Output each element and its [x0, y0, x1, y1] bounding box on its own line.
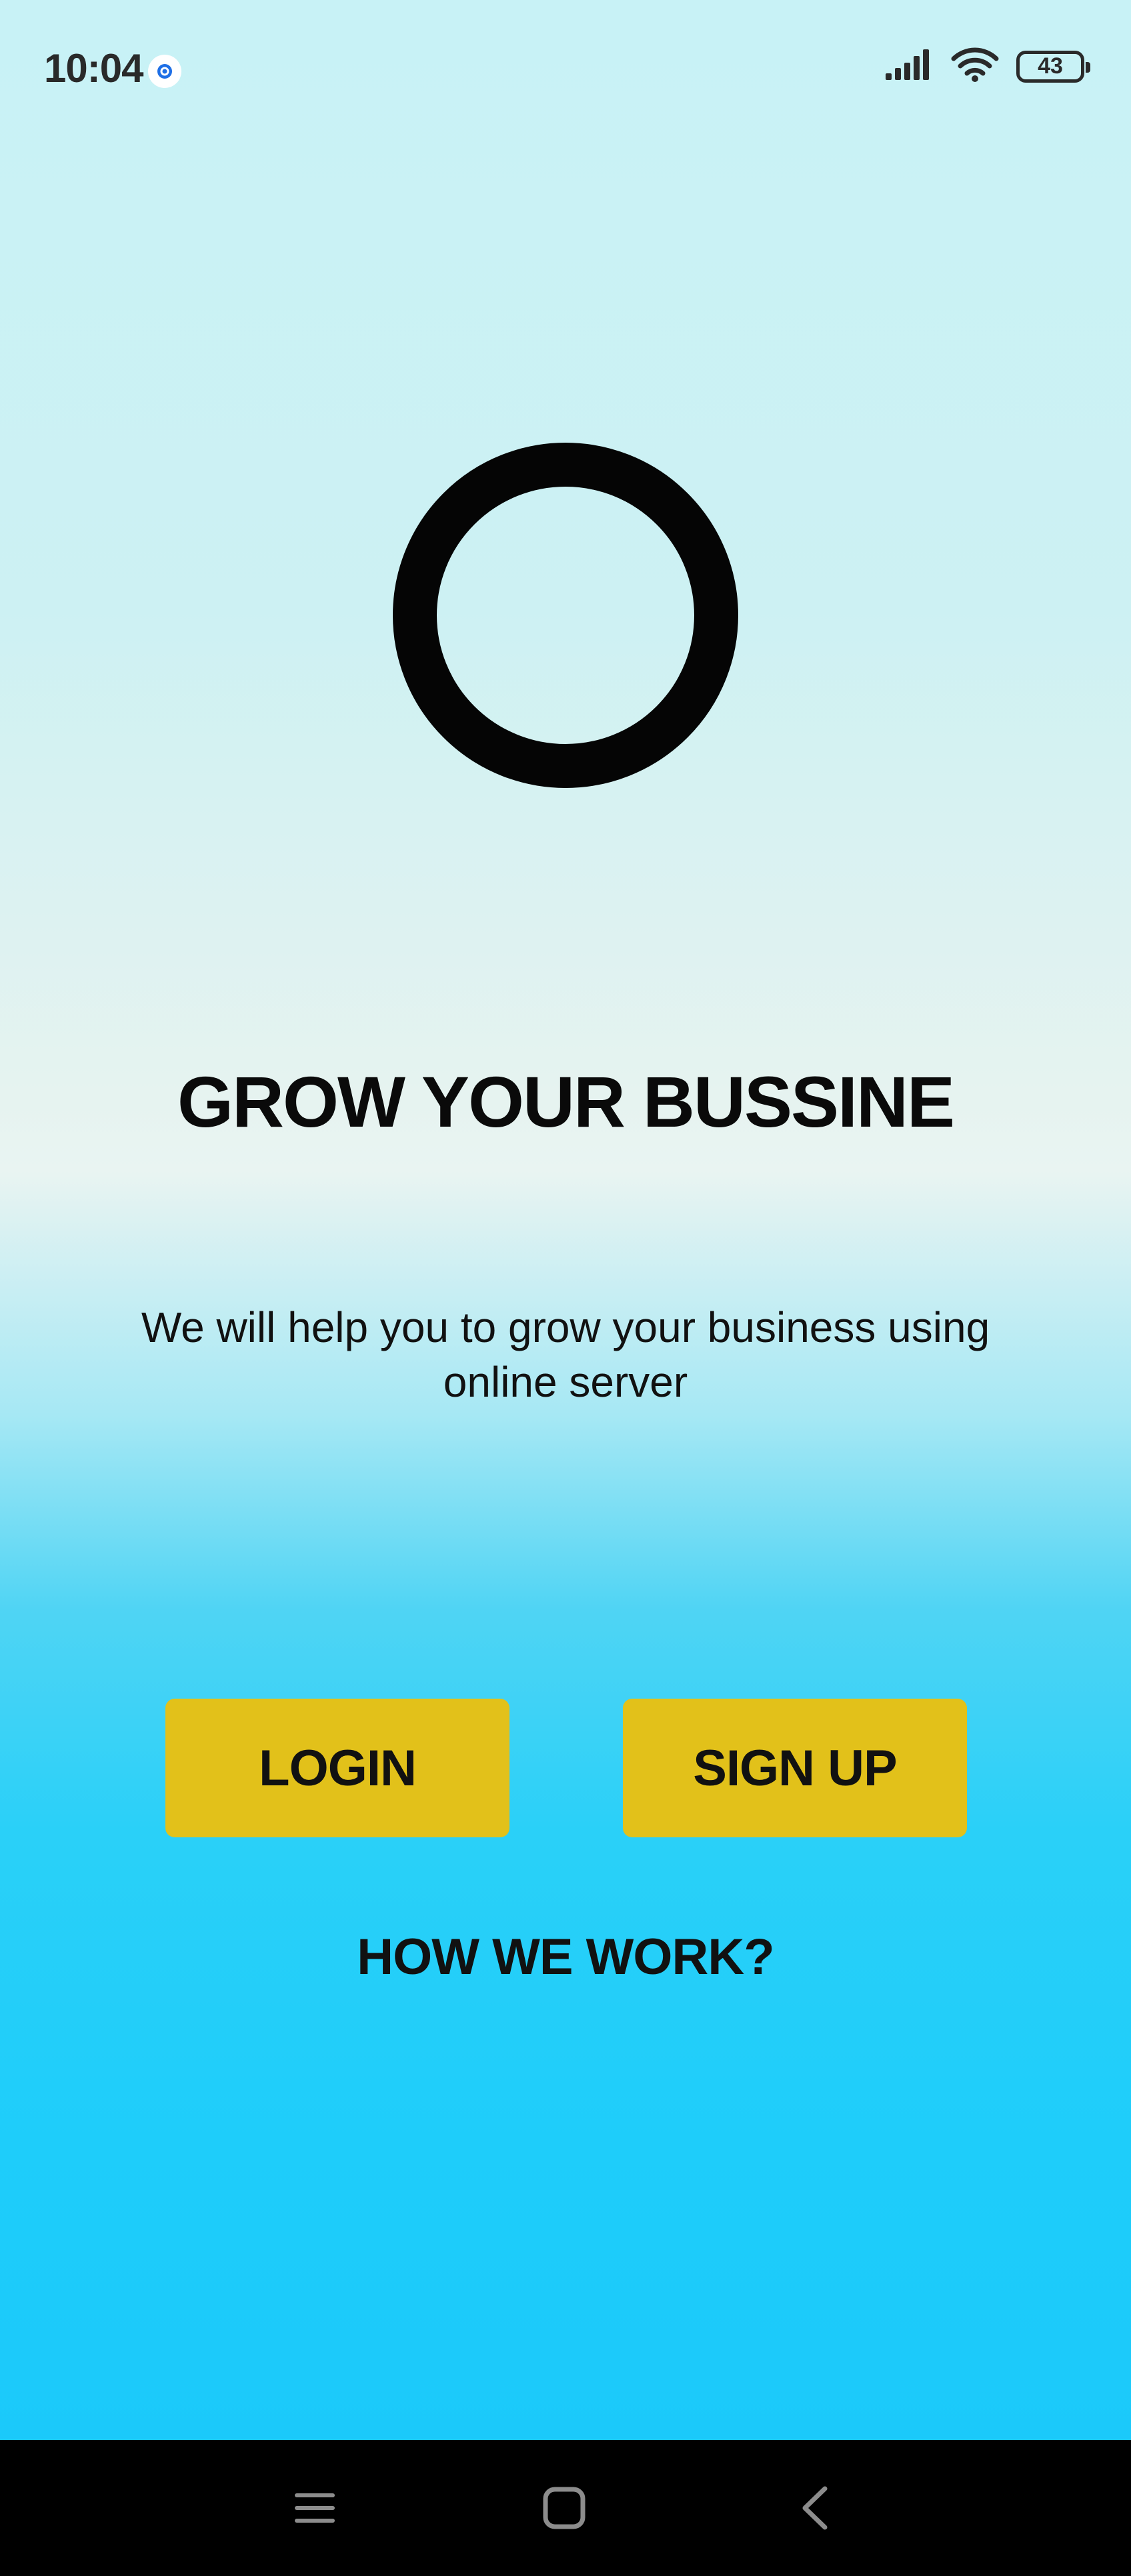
page-title: GROW YOUR BUSSINE	[177, 1061, 955, 1142]
page-subtitle: We will help you to grow your business u…	[141, 1303, 990, 1406]
how-we-work-link[interactable]: HOW WE WORK?	[0, 1928, 1131, 1986]
cellular-signal-icon	[884, 48, 934, 85]
status-time: 10:04	[44, 46, 143, 91]
back-chevron-icon[interactable]	[788, 2481, 842, 2535]
app-notification-icon	[148, 55, 181, 88]
login-button[interactable]: LOGIN	[165, 1699, 509, 1837]
system-nav-bar	[0, 2440, 1131, 2576]
battery-icon: 43	[1016, 50, 1090, 83]
app-screen: 10:04 43 GROW YOUR BUSSINE We will help …	[0, 0, 1131, 2440]
status-icons: 43	[884, 47, 1090, 86]
wifi-icon	[951, 47, 999, 86]
home-square-icon[interactable]	[537, 2481, 591, 2535]
signup-button[interactable]: SIGN UP	[623, 1699, 967, 1837]
menu-icon[interactable]	[288, 2481, 341, 2535]
ring-logo-icon	[393, 443, 738, 788]
battery-level: 43	[1038, 53, 1063, 79]
